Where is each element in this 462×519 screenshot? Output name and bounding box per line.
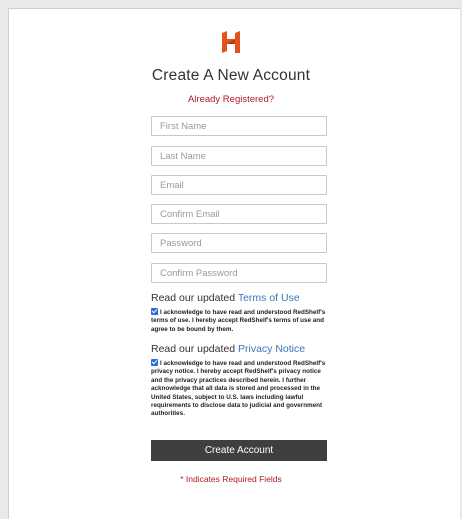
privacy-notice-link[interactable]: Privacy Notice — [238, 343, 305, 355]
last-name-input[interactable] — [151, 146, 327, 166]
redshelf-logo-icon — [222, 31, 240, 53]
privacy-ack-text: I acknowledge to have read and understoo… — [151, 360, 326, 418]
privacy-heading: Read our updated Privacy Notice — [151, 343, 305, 355]
required-fields-note: * Indicates Required Fields — [180, 474, 282, 484]
confirm-email-input[interactable] — [151, 204, 327, 224]
terms-heading: Read our updated Terms of Use — [151, 292, 300, 304]
first-name-input[interactable] — [151, 116, 327, 136]
create-account-button[interactable]: Create Account — [151, 440, 327, 461]
privacy-heading-prefix: Read our updated — [151, 343, 236, 355]
terms-heading-prefix: Read our updated — [151, 292, 236, 304]
terms-ack: I acknowledge to have read and understoo… — [151, 308, 331, 334]
terms-checkbox[interactable] — [151, 308, 158, 315]
confirm-password-input[interactable] — [151, 263, 327, 283]
privacy-checkbox[interactable] — [151, 359, 158, 366]
page-title: Create A New Account — [151, 67, 311, 84]
password-input[interactable] — [151, 233, 327, 253]
terms-of-use-link[interactable]: Terms of Use — [238, 292, 300, 304]
terms-ack-text: I acknowledge to have read and understoo… — [151, 309, 326, 333]
email-input[interactable] — [151, 175, 327, 195]
privacy-ack: I acknowledge to have read and understoo… — [151, 359, 331, 419]
already-registered-link[interactable]: Already Registered? — [0, 94, 462, 105]
